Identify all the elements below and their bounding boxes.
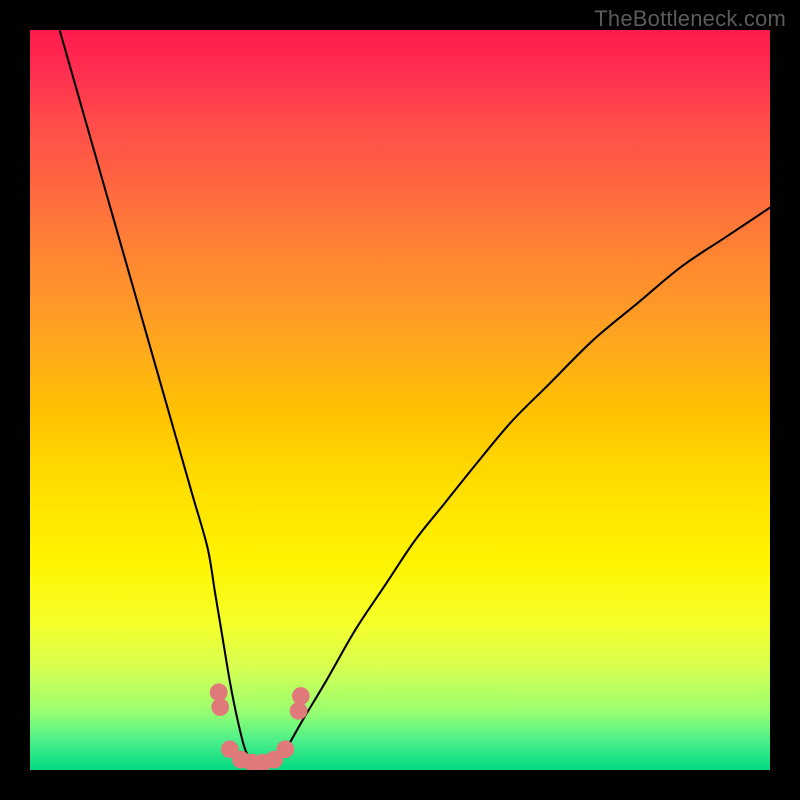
curve-markers bbox=[210, 683, 310, 770]
bottleneck-curve bbox=[60, 30, 770, 767]
curve-marker bbox=[292, 687, 310, 705]
curve-marker bbox=[211, 698, 229, 716]
chart-frame: TheBottleneck.com bbox=[0, 0, 800, 800]
watermark-text: TheBottleneck.com bbox=[594, 6, 786, 32]
curve-layer bbox=[30, 30, 770, 770]
curve-marker bbox=[276, 740, 294, 758]
plot-area bbox=[30, 30, 770, 770]
